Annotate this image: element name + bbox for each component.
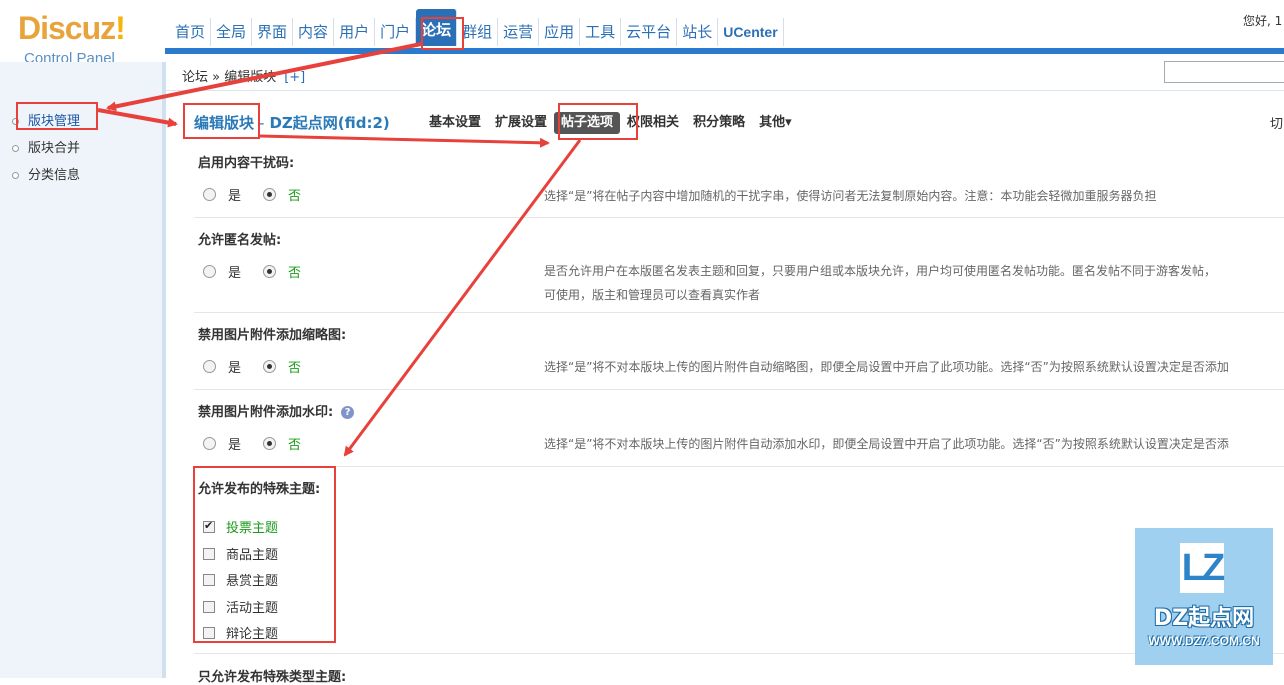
arrow-sidebar-to-title — [97, 108, 178, 128]
watermark-name: DZ起点网 — [1153, 606, 1255, 631]
watermark-url: WWW.DZ7.COM.CN — [1148, 634, 1260, 648]
arrow-title-to-tab — [259, 134, 550, 148]
arrow-forum-to-sidebar — [106, 42, 422, 112]
annotation-arrows — [97, 42, 582, 457]
watermark-lz: LZ — [1180, 543, 1225, 593]
arrow-tab-to-checkboxes — [343, 139, 582, 457]
watermark-logo: LZ DZ起点网 WWW.DZ7.COM.CN — [1135, 528, 1273, 665]
